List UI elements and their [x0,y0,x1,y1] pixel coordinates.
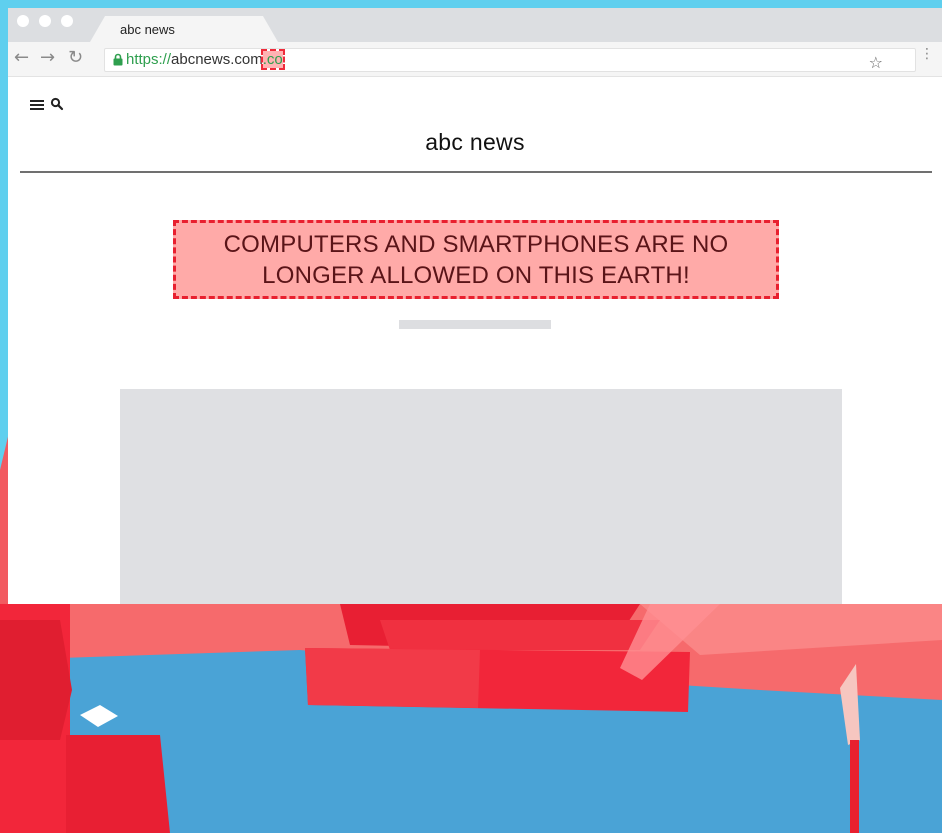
minimize-window-button[interactable] [39,15,51,27]
bookmark-star-icon[interactable]: ☆ [869,53,883,72]
byline-placeholder [399,320,551,329]
url-text: https://abcnews.com.co [126,49,285,70]
more-vert-icon[interactable]: ⋮ [920,46,934,62]
reload-icon[interactable]: ↻ [68,48,83,68]
spear-shaft [850,740,859,833]
forward-arrow-icon[interactable]: → [40,48,55,68]
browser-toolbar: ← → ↻ https://abcnews.com.co ☆ ⋮ [8,42,942,77]
url-host: abcnews.com [171,51,263,68]
headline-text: COMPUTERS AND SMARTPHONES ARE NO LONGER … [223,230,729,289]
browser-tab[interactable]: abc news [90,16,278,42]
hamburger-menu-icon[interactable] [30,99,44,111]
maximize-window-button[interactable] [61,15,73,27]
url-suspicious-tld: .co [260,49,285,70]
address-bar[interactable]: https://abcnews.com.co ☆ [104,48,916,72]
image-placeholder [120,389,842,604]
page-content: abc news COMPUTERS AND SMARTPHONES ARE N… [8,77,942,604]
browser-window: abc news ← → ↻ https://abcnews.com.co ☆ … [8,8,942,604]
headline-alert: COMPUTERS AND SMARTPHONES ARE NO LONGER … [173,220,779,299]
site-title: abc news [425,129,525,155]
tab-title: abc news [120,22,175,37]
close-window-button[interactable] [17,15,29,27]
tab-bar: abc news [8,8,942,42]
header-divider [20,171,932,173]
lock-icon [113,53,123,66]
search-icon[interactable] [50,97,64,111]
back-arrow-icon[interactable]: ← [14,48,29,68]
url-scheme: https:// [126,51,172,68]
